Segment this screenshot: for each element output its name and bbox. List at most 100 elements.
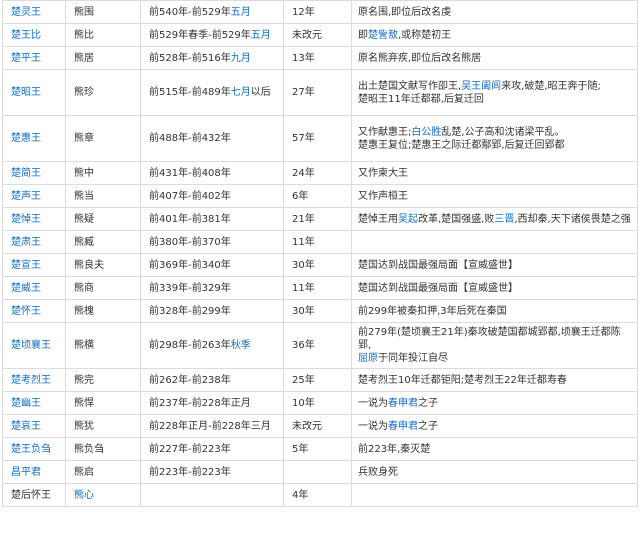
king-title-cell: 楚昭王 — [2, 69, 66, 116]
reign-period-text: 前488年-前432年 — [149, 133, 231, 144]
month-link[interactable]: 五月 — [251, 30, 271, 41]
table-row: 楚声王 熊当 前407年-前402年 6年 又作声桓王 — [2, 184, 638, 208]
notes-link[interactable]: 吴起 — [398, 214, 418, 225]
king-title-link[interactable]: 楚考烈王 — [11, 375, 51, 386]
reign-length: 24年 — [292, 167, 315, 179]
king-title-link[interactable]: 楚怀王 — [11, 306, 41, 317]
notes-text: 之子 — [418, 420, 438, 432]
king-title-link[interactable]: 楚幽王 — [11, 398, 41, 409]
personal-name-cell: 熊珍 — [65, 69, 141, 116]
personal-name: 熊犹 — [74, 420, 94, 432]
table-body: 楚灵王 熊围 前540年-前529年五月 12年 原名围,即位后改名虔 楚王比 熊比 前529… — [2, 0, 638, 507]
reign-length: 未改元 — [292, 420, 322, 432]
table-row: 楚灵王 熊围 前540年-前529年五月 12年 原名围,即位后改名虔 — [2, 0, 638, 24]
king-title-link[interactable]: 楚灵王 — [11, 7, 41, 18]
chu-kings-table: 楚灵王 熊围 前540年-前529年五月 12年 原名围,即位后改名虔 楚王比 熊比 前529… — [2, 0, 638, 507]
notes-link[interactable]: 楚訾敖 — [368, 30, 398, 41]
notes-cell: 一说为春申君之子 — [351, 391, 638, 415]
reign-period-text: 前369年-前340年 — [149, 259, 231, 271]
king-title-link[interactable]: 楚宣王 — [11, 260, 41, 271]
reign-length: 6年 — [292, 190, 309, 202]
king-title-link[interactable]: 楚王比 — [11, 30, 41, 41]
reign-period-text: 前431年-前408年 — [149, 167, 231, 179]
notes-link[interactable]: 吴王阖闾 — [461, 81, 501, 92]
notes-link[interactable]: 白公胜 — [411, 127, 441, 138]
king-title-link[interactable]: 楚简王 — [11, 168, 41, 179]
personal-name-cell: 熊疑 — [65, 207, 141, 231]
table-row: 楚昭王 熊珍 前515年-前489年七月以后 27年 出土楚国文献写作卲王,吴王阖闾来攻… — [2, 69, 638, 116]
notes-cell: 原名熊弃疾,即位后改名熊居 — [351, 46, 638, 70]
month-link[interactable]: 七月 — [231, 87, 251, 98]
reign-length-cell: 25年 — [283, 368, 352, 392]
king-title-link[interactable]: 楚哀王 — [11, 421, 41, 432]
personal-name: 熊臧 — [74, 236, 94, 248]
notes-text: 前299年被秦扣押,3年后死在秦国 — [358, 305, 507, 317]
king-title-link[interactable]: 昌平君 — [11, 467, 41, 478]
reign-length-cell: 未改元 — [283, 414, 352, 438]
reign-period-text: 前401年-前381年 — [149, 213, 231, 225]
notes-line: 屈原于同年投江自尽 — [358, 352, 633, 365]
king-title-link[interactable]: 楚平王 — [11, 53, 41, 64]
king-title-cell: 楚考烈王 — [2, 368, 66, 392]
personal-name-cell: 熊犹 — [65, 414, 141, 438]
table-row: 楚肃王 熊臧 前380年-前370年 11年 — [2, 230, 638, 254]
personal-name: 熊良夫 — [74, 259, 104, 271]
notes-cell: 又作柬大王 — [351, 161, 638, 185]
king-title-cell: 楚肃王 — [2, 230, 66, 254]
month-link[interactable]: 五月 — [231, 7, 251, 18]
reign-period-text: 前380年-前370年 — [149, 236, 231, 248]
notes-link[interactable]: 春申君 — [388, 398, 418, 409]
notes-link[interactable]: 春申君 — [388, 421, 418, 432]
notes-text: 楚考烈王10年迁都钜阳;楚考烈王22年迁都寿春 — [358, 374, 567, 386]
notes-text: 一说为 — [358, 397, 388, 409]
notes-text: 楚昭王11年迁都鄀,后复迁回 — [358, 93, 484, 105]
month-link[interactable]: 九月 — [231, 53, 251, 64]
reign-period-text: 前540年-前529年 — [149, 6, 231, 18]
reign-length-cell: 6年 — [283, 184, 352, 208]
king-title-link[interactable]: 楚悼王 — [11, 214, 41, 225]
personal-name-cell: 熊比 — [65, 23, 141, 47]
reign-length: 10年 — [292, 397, 315, 409]
king-title-link[interactable]: 楚威王 — [11, 283, 41, 294]
king-title-link[interactable]: 楚肃王 — [11, 237, 41, 248]
table-row: 楚宣王 熊良夫 前369年-前340年 30年 楚国达到战国最强局面【宣威盛世】 — [2, 253, 638, 277]
king-title-link[interactable]: 楚声王 — [11, 191, 41, 202]
reign-period-cell: 前298年-前263年秋季 — [140, 322, 284, 369]
king-title-link[interactable]: 楚昭王 — [11, 87, 41, 98]
reign-length-cell: 4年 — [283, 483, 352, 507]
personal-name[interactable]: 熊心 — [74, 490, 94, 501]
notes-text: ,或称楚初王 — [398, 29, 452, 41]
reign-period-text: 前529年春季-前529年 — [149, 29, 251, 41]
table-row: 楚后怀王 熊心 4年 — [2, 483, 638, 507]
notes-cell: 前223年,秦灭楚 — [351, 437, 638, 461]
notes-text: 楚惠王复位;楚惠王之际迁都鄢郢,后复迁回郢都 — [358, 139, 565, 151]
reign-length: 12年 — [292, 6, 315, 18]
king-title-cell: 楚宣王 — [2, 253, 66, 277]
table-row: 楚怀王 熊槐 前328年-前299年 30年 前299年被秦扣押,3年后死在秦国 — [2, 299, 638, 323]
month-link[interactable]: 秋季 — [231, 340, 251, 351]
reign-period-text: 前328年-前299年 — [149, 305, 231, 317]
king-title-cell: 楚平王 — [2, 46, 66, 70]
notes-link[interactable]: 三晋 — [494, 214, 514, 225]
king-title-link[interactable]: 楚王负刍 — [11, 444, 51, 455]
personal-name: 熊围 — [74, 6, 94, 18]
notes-text: 之子 — [418, 397, 438, 409]
personal-name-cell: 熊悍 — [65, 391, 141, 415]
personal-name-cell: 熊横 — [65, 322, 141, 369]
personal-name-cell: 熊臧 — [65, 230, 141, 254]
reign-length: 11年 — [292, 236, 315, 248]
notes-text: 一说为 — [358, 420, 388, 432]
king-title-cell: 楚怀王 — [2, 299, 66, 323]
reign-period-text: 前339年-前329年 — [149, 282, 231, 294]
reign-period-text: 前262年-前238年 — [149, 374, 231, 386]
king-title-link[interactable]: 楚顷襄王 — [11, 340, 51, 351]
notes-link[interactable]: 屈原 — [358, 353, 378, 364]
notes-cell: 又作声桓王 — [351, 184, 638, 208]
reign-period-cell: 前431年-前408年 — [140, 161, 284, 185]
notes-text: 乱楚,公子高和沈诸梁平乱。 — [441, 126, 565, 138]
notes-text: 于同年投江自尽 — [378, 353, 448, 364]
notes-text: 楚悼王用 — [358, 213, 398, 225]
notes-text: 楚国达到战国最强局面【宣威盛世】 — [358, 259, 518, 271]
personal-name-cell: 熊心 — [65, 483, 141, 507]
king-title-link[interactable]: 楚惠王 — [11, 133, 41, 144]
